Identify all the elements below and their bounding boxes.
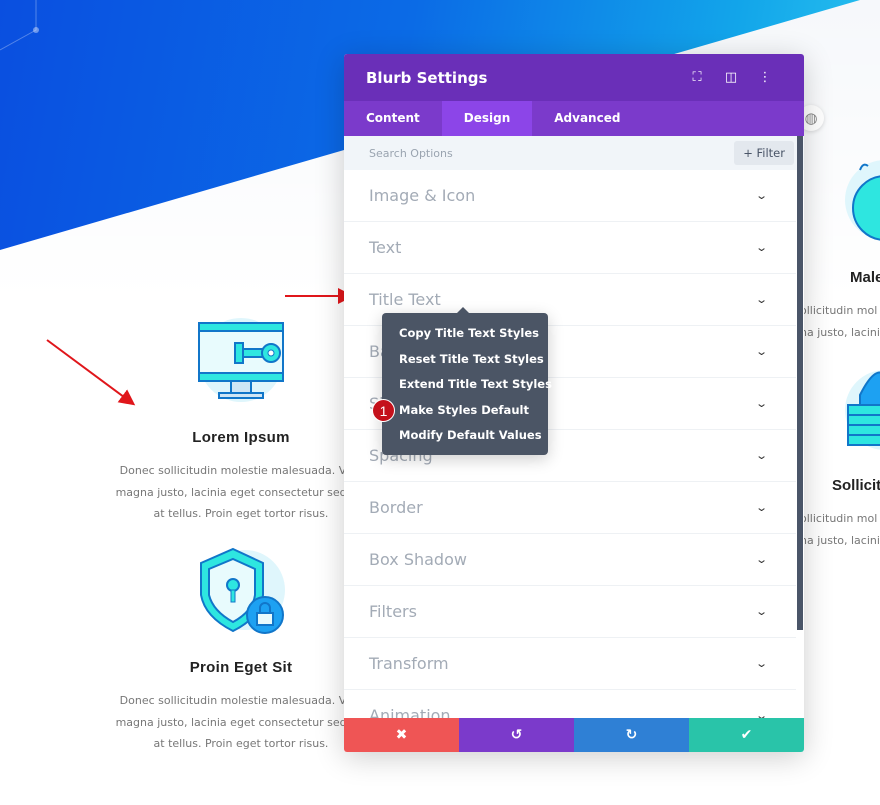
section-list: Image & Icon⌄ Text⌄ Title Text⌄ Backgrou…	[344, 170, 804, 742]
chevron-down-icon: ⌄	[754, 501, 768, 514]
section-border[interactable]: Border ⌄	[344, 482, 796, 534]
panel-header: Blurb Settings ⛶ ◫ ⋮	[344, 54, 804, 101]
chevron-down-icon: ⌄	[754, 605, 768, 618]
search-input[interactable]: Search Options	[369, 147, 734, 160]
blurb-title: Proin Eget Sit	[189, 659, 293, 676]
step-badge: 1	[372, 399, 395, 422]
scrollbar[interactable]	[797, 136, 803, 630]
blurb-right-1: Male ollicitudin mol na justo, lacinia	[800, 269, 880, 343]
section-box-shadow[interactable]: Box Shadow ⌄	[344, 534, 796, 586]
context-menu: Copy Title Text Styles Reset Title Text …	[382, 307, 552, 455]
panel-title: Blurb Settings	[366, 68, 488, 87]
menu-item-extend-title-text-styles[interactable]: Extend Title Text Styles	[399, 372, 552, 398]
tab-design[interactable]: Design	[441, 101, 533, 136]
section-text[interactable]: Text ⌄	[344, 222, 796, 274]
shield-lock-icon	[200, 547, 285, 634]
chevron-down-icon: ⌄	[754, 657, 768, 670]
save-button[interactable]: ✔	[689, 718, 804, 752]
blurb-lorem-ipsum: Lorem Ipsum Donec sollicitudin molestie …	[111, 429, 371, 525]
section-filters[interactable]: Filters ⌄	[344, 586, 796, 638]
monitor-key-icon	[198, 318, 284, 402]
menu-item-copy-title-text-styles[interactable]: Copy Title Text Styles	[399, 321, 548, 347]
more-icon[interactable]: ⋮	[748, 70, 782, 85]
tab-content[interactable]: Content	[344, 101, 442, 136]
cancel-button[interactable]: ✖	[344, 718, 459, 752]
blurb-title: Male	[850, 269, 880, 286]
section-image-icon[interactable]: Image & Icon ⌄	[344, 170, 796, 222]
panel-tabs: Content Design Advanced	[344, 101, 804, 136]
undo-button[interactable]: ↺	[459, 718, 574, 752]
chevron-down-icon: ⌄	[754, 397, 768, 410]
tab-advanced[interactable]: Advanced	[532, 101, 642, 136]
chevron-down-icon: ⌄	[754, 241, 768, 254]
chevron-down-icon: ⌄	[754, 293, 768, 306]
filter-button[interactable]: + Filter	[734, 141, 794, 165]
chevron-down-icon: ⌄	[754, 553, 768, 566]
blurb-text: Donec sollicitudin molestie malesuada. V…	[115, 694, 367, 750]
menu-item-make-styles-default[interactable]: Make Styles Default	[399, 398, 548, 424]
chevron-down-icon: ⌄	[754, 449, 768, 462]
section-transform[interactable]: Transform ⌄	[344, 638, 796, 690]
blurb-proin-eget-sit: Proin Eget Sit Donec sollicitudin molest…	[111, 659, 371, 755]
chevron-down-icon: ⌄	[754, 345, 768, 358]
blurb-text: Donec sollicitudin molestie malesuada. V…	[115, 464, 367, 520]
split-view-icon[interactable]: ◫	[714, 70, 748, 85]
blurb-text: ollicitudin mol na justo, lacinia	[800, 304, 880, 339]
blurb-title: Sollicit	[832, 477, 880, 494]
search-bar: Search Options + Filter	[344, 136, 804, 170]
blurb-text: ollicitudin mol na justo, lacinia	[800, 512, 880, 547]
redo-button[interactable]: ↻	[574, 718, 689, 752]
chevron-down-icon: ⌄	[754, 189, 768, 202]
decorative-lines	[0, 0, 39, 51]
panel-footer: ✖ ↺ ↻ ✔	[344, 718, 804, 752]
fullscreen-icon[interactable]: ⛶	[680, 70, 714, 85]
blurb-title: Lorem Ipsum	[192, 429, 290, 446]
menu-item-reset-title-text-styles[interactable]: Reset Title Text Styles	[399, 347, 548, 373]
firewall-icon	[845, 370, 880, 450]
menu-item-modify-default-values[interactable]: Modify Default Values	[399, 423, 548, 449]
blurb-right-2: Sollicit ollicitudin mol na justo, lacini…	[800, 477, 880, 551]
bomb-icon	[845, 160, 880, 241]
